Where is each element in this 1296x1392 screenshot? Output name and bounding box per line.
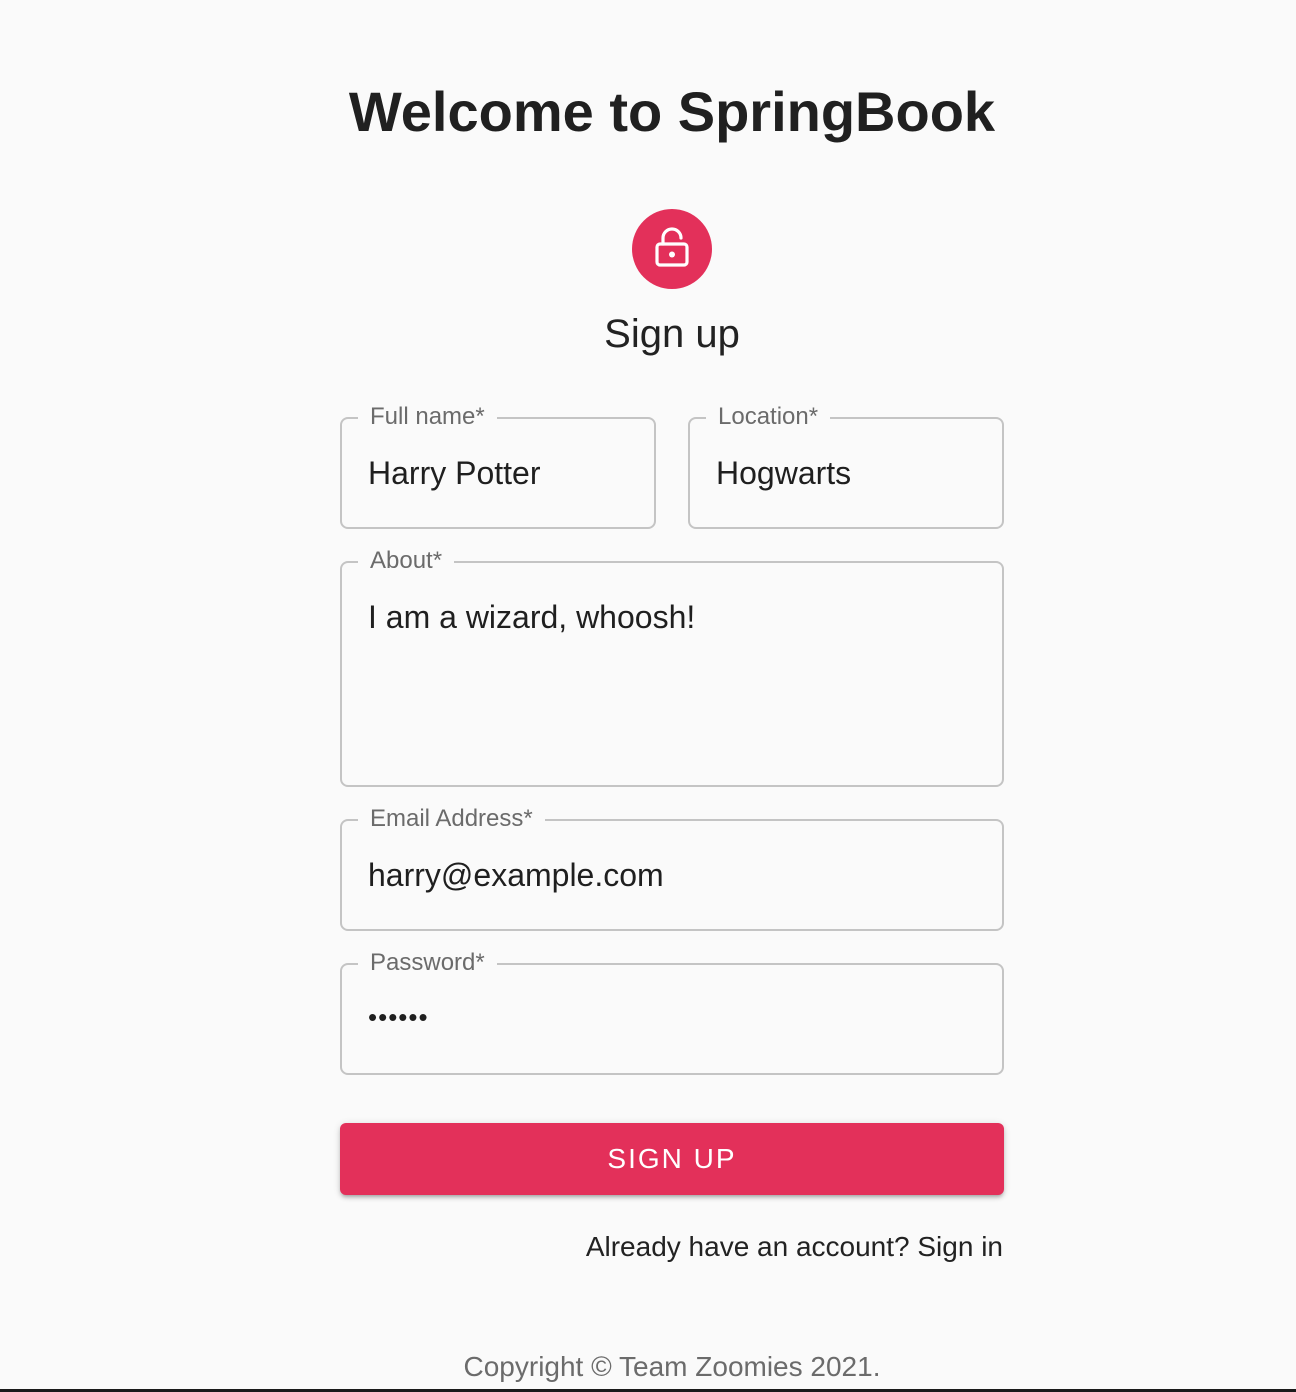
password-label: Password*	[358, 948, 497, 978]
about-label: About*	[358, 546, 455, 576]
location-label: Location*	[706, 402, 831, 432]
about-textarea[interactable]: I am a wizard, whoosh!	[368, 597, 695, 637]
copyright: Copyright © Team Zoomies 2021.	[463, 1351, 881, 1382]
about-field[interactable]: About* I am a wizard, whoosh!	[340, 546, 1004, 787]
email-field[interactable]: Email Address* harry@example.com	[340, 804, 1004, 931]
password-field[interactable]: Password* ••••••	[340, 948, 1004, 1075]
email-input[interactable]: harry@example.com	[368, 855, 664, 895]
form-title: Sign up	[604, 312, 740, 356]
location-input[interactable]: Hogwarts	[716, 453, 851, 493]
avatar	[632, 209, 712, 289]
sign-up-button[interactable]: SIGN UP	[340, 1123, 1004, 1195]
full-name-input[interactable]: Harry Potter	[368, 453, 540, 493]
full-name-label: Full name*	[358, 402, 497, 432]
password-input[interactable]: ••••••	[368, 997, 429, 1037]
lock-open-icon	[654, 226, 690, 272]
location-field[interactable]: Location* Hogwarts	[688, 402, 1004, 529]
page-title: Welcome to SpringBook	[348, 80, 996, 143]
sign-in-link[interactable]: Already have an account? Sign in	[586, 1230, 1003, 1264]
full-name-field[interactable]: Full name* Harry Potter	[340, 402, 656, 529]
email-label: Email Address*	[358, 804, 545, 834]
